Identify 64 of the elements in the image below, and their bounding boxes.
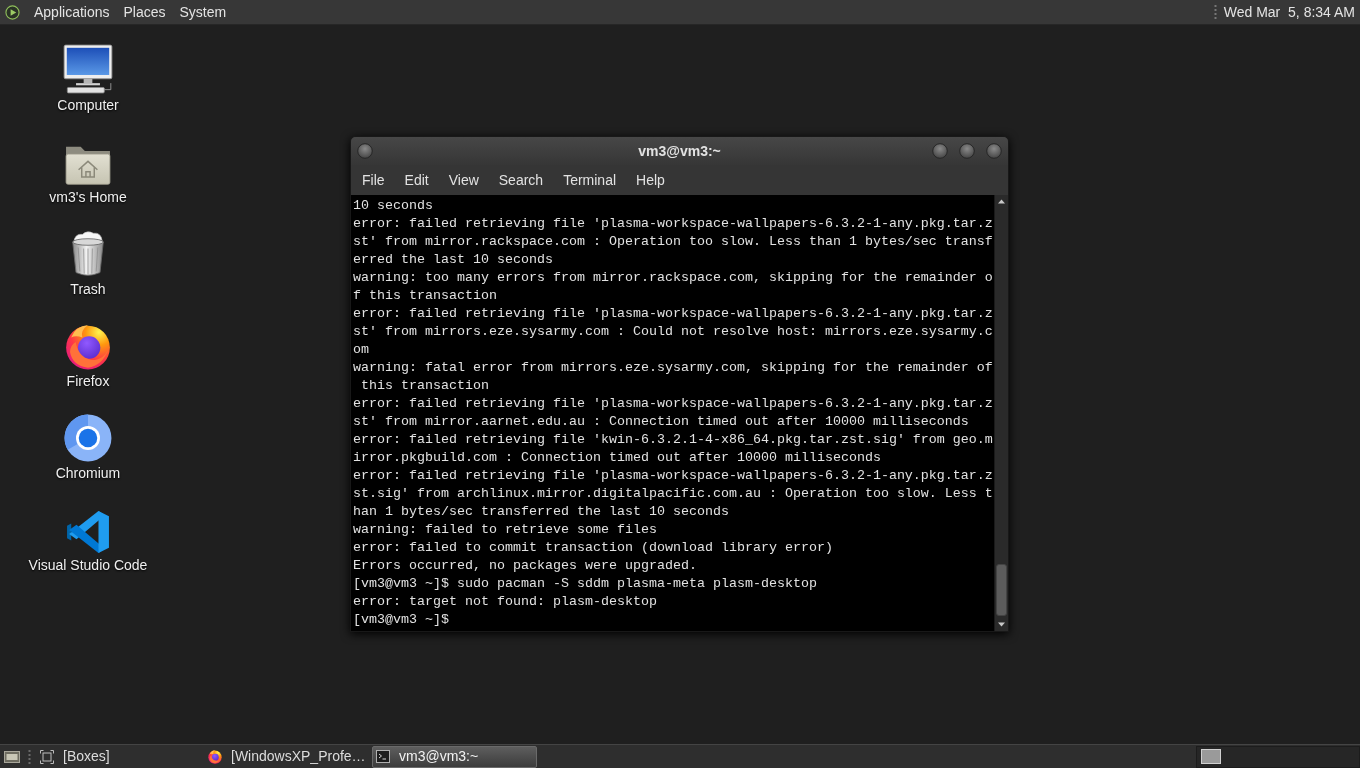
menu-item[interactable]: Terminal [553, 167, 627, 193]
minimize-button[interactable] [932, 143, 948, 159]
code-editor-logo-icon [66, 510, 110, 554]
panel-menu[interactable]: Applications [27, 1, 117, 23]
browser-logo-icon [208, 749, 222, 764]
taskbar-button[interactable]: [Boxes] [36, 745, 201, 768]
menu-item[interactable]: Help [626, 167, 675, 193]
close-button[interactable] [986, 143, 1002, 159]
terminal-line: error: failed to commit transaction (download library error) [353, 539, 833, 557]
terminal-line: st' from mirror.rackspace.com : Operation too slow. Less than 1 bytes/sec transf [353, 233, 993, 251]
terminal-line: [vm3@vm3 ~]$ [353, 611, 449, 629]
terminal-line: 10 seconds [353, 197, 433, 215]
show-desktop-icon[interactable] [4, 749, 20, 764]
window-menu-button[interactable] [357, 143, 373, 159]
terminal-icon [376, 750, 390, 763]
menu-item[interactable]: Search [488, 167, 554, 193]
menu-item[interactable]: View [438, 167, 489, 193]
grip-handle-icon [28, 748, 31, 765]
browser-logo-icon [65, 324, 111, 370]
terminal-line: warning: failed to retrieve some files [353, 521, 657, 539]
home-folder-icon [65, 144, 111, 186]
desktop-shortcut[interactable]: Chromium [53, 410, 123, 482]
terminal-line: irror.pkgbuild.com : Connection timed out after 10000 milliseconds [353, 449, 881, 467]
panel-menu[interactable]: Places [116, 1, 173, 23]
terminal-line: error: failed retrieving file 'plasma-workspace-wallpapers-6.3.2-1-any.pkg.tar.z [353, 467, 993, 485]
desktop-shortcut[interactable]: Trash [64, 226, 112, 298]
terminal-line: error: failed retrieving file 'plasma-workspace-wallpapers-6.3.2-1-any.pkg.tar.z [353, 215, 993, 233]
panel-menu[interactable]: System [172, 1, 234, 23]
workspace-switcher[interactable] [1196, 745, 1360, 768]
terminal-line: han 1 bytes/sec transferred the last 10 seconds [353, 503, 729, 521]
terminal-line: warning: fatal error from mirrors.eze.sysarmy.com, skipping for the remainder of [353, 359, 993, 377]
desktop-shortcut[interactable]: Firefox [63, 318, 113, 390]
terminal-line: st' from mirror.aarnet.edu.au : Connection timed out after 10000 milliseconds [353, 413, 969, 431]
menu-item[interactable]: File [352, 167, 395, 193]
play-circle-icon[interactable] [5, 4, 20, 20]
terminal-line: error: target not found: plasm-desktop [353, 593, 657, 611]
terminal-line: error: failed retrieving file 'plasma-workspace-wallpapers-6.3.2-1-any.pkg.tar.z [353, 305, 993, 323]
terminal-line: st.sig' from archlinux.mirror.digitalpacific.com.au : Operation too slow. Less t [353, 485, 993, 503]
terminal-line: this transaction [360, 377, 489, 395]
desktop-shortcut[interactable]: Visual Studio Code [26, 502, 150, 574]
terminal-line: erred the last 10 seconds [353, 251, 553, 269]
taskbar-button[interactable]: vm3@vm3:~ [372, 745, 537, 768]
terminal-line: [vm3@vm3 ~]$ sudo pacman -S sddm plasma-meta plasm-desktop [353, 575, 817, 593]
terminal-line: warning: too many errors from mirror.rackspace.com, skipping for the remainder o [353, 269, 993, 287]
grip-handle-icon [1213, 4, 1217, 20]
scrollbar-thumb[interactable] [996, 564, 1007, 616]
desktop-shortcut[interactable]: Computer [55, 42, 121, 114]
square-frame-icon [40, 749, 54, 764]
terminal-line: error: failed retrieving file 'kwin-6.3.2.1-4-x86_64.pkg.tar.zst.sig' from geo.m [353, 431, 993, 449]
terminal-line: f this transaction [353, 287, 497, 305]
terminal-line: error: failed retrieving file 'plasma-workspace-wallpapers-6.3.2-1-any.pkg.tar.z [353, 395, 993, 413]
window-title: vm3@vm3:~ [637, 141, 722, 161]
desktop-shortcut[interactable]: vm3's Home [47, 134, 129, 206]
taskbar-button[interactable]: [WindowsXP_Profe… [204, 745, 369, 768]
scrollbar[interactable] [994, 195, 1008, 631]
menu-item[interactable]: Edit [394, 167, 439, 193]
terminal-line: Errors occurred, no packages were upgraded. [353, 557, 697, 575]
monitor-icon [63, 44, 113, 94]
terminal-line: om [353, 341, 369, 359]
window-thumbnail-icon [1201, 749, 1221, 764]
terminal-line: st' from mirrors.eze.sysarmy.com : Could not resolve host: mirrors.eze.sysarmy.c [353, 323, 993, 341]
ring-logo-icon [64, 414, 112, 462]
maximize-button[interactable] [959, 143, 975, 159]
clock[interactable]: Wed Mar 5, 8:34 AM [1223, 1, 1360, 23]
